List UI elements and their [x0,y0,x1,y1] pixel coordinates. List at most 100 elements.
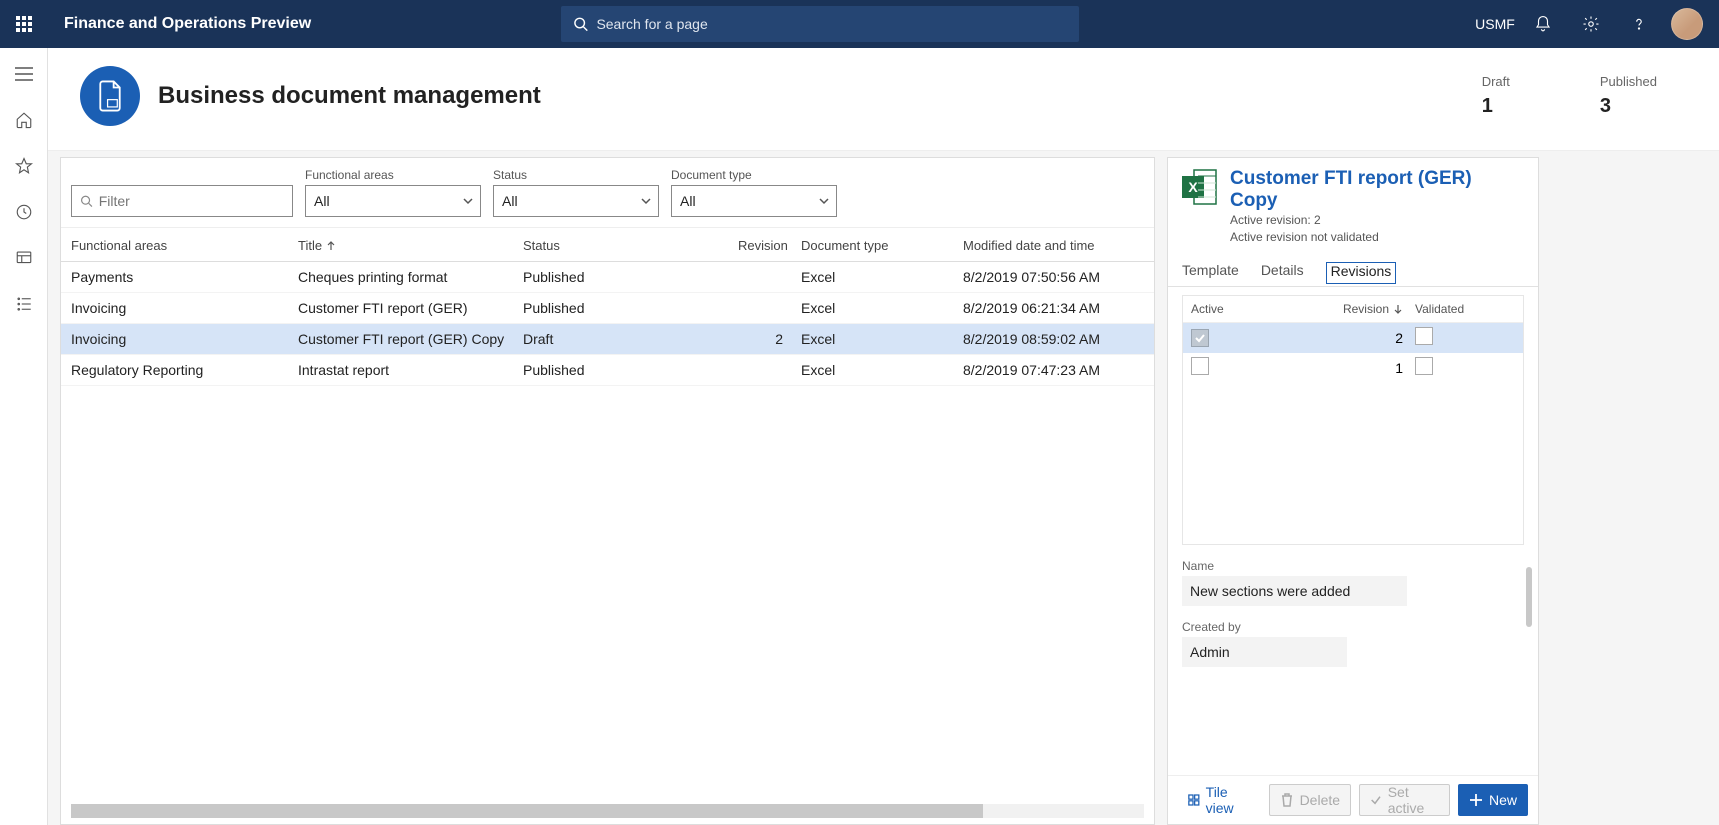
filter-input[interactable] [99,193,284,209]
stat-value: 3 [1600,95,1657,118]
detail-title: Customer FTI report (GER) Copy [1230,168,1524,212]
page-title: Business document management [158,82,541,110]
tile-view-button[interactable]: Tile view [1178,784,1261,816]
waffle-icon [16,16,32,32]
filter-label-status: Status [493,168,659,182]
revisions-header: Active Revision Validated [1183,296,1523,323]
col-modified[interactable]: Modified date and time [963,238,1143,253]
tile-icon [1188,793,1200,807]
vertical-scrollbar[interactable] [1526,567,1532,627]
settings-button[interactable] [1567,0,1615,48]
revision-row[interactable]: 2 [1183,323,1523,353]
modules-icon [15,295,33,313]
documents-grid-panel: Functional areas All Status All Document… [60,157,1155,825]
stat-label: Published [1600,74,1657,89]
notifications-button[interactable] [1519,0,1567,48]
filter-search-icon [80,194,93,208]
table-row[interactable]: Regulatory Reporting Intrastat report Pu… [61,355,1154,386]
new-button[interactable]: New [1458,784,1528,816]
company-selector[interactable]: USMF [1471,0,1519,48]
revision-row[interactable]: 1 [1183,353,1523,383]
set-active-button[interactable]: Set active [1359,784,1450,816]
detail-tabs: Template Details Revisions [1168,250,1538,287]
col-validated[interactable]: Validated [1403,302,1515,316]
avatar [1671,8,1703,40]
horizontal-scrollbar[interactable] [71,804,1144,818]
bell-icon [1534,15,1552,33]
chevron-down-icon [640,195,652,207]
col-title[interactable]: Title [298,238,523,253]
filter-document-type[interactable]: All [671,185,837,217]
page-header: Business document management Draft 1 Pub… [48,48,1719,151]
search-input[interactable] [596,16,1067,32]
col-document-type[interactable]: Document type [793,238,963,253]
table-row[interactable]: Invoicing Customer FTI report (GER) Publ… [61,293,1154,324]
workspace-icon [15,249,33,267]
detail-footer: Tile view Delete Set active New [1168,775,1538,824]
delete-button[interactable]: Delete [1269,784,1351,816]
grid-header-row: Functional areas Title Status Revision D… [61,227,1154,262]
filter-input-wrap[interactable] [71,185,293,217]
nav-home[interactable] [4,102,44,138]
detail-header: X Customer FTI report (GER) Copy Active … [1168,158,1538,250]
created-by-input[interactable] [1182,637,1347,667]
workspace: Functional areas All Status All Document… [48,151,1719,825]
stat-value: 1 [1482,95,1510,118]
table-row[interactable]: Payments Cheques printing format Publish… [61,262,1154,293]
detail-subtitle-2: Active revision not validated [1230,229,1524,246]
grid-body: Payments Cheques printing format Publish… [61,262,1154,804]
tab-details[interactable]: Details [1261,262,1304,286]
sort-asc-icon [326,241,336,251]
chevron-down-icon [818,195,830,207]
validated-checkbox[interactable] [1415,357,1433,375]
table-row[interactable]: Invoicing Customer FTI report (GER) Copy… [61,324,1154,355]
check-icon [1370,793,1382,807]
field-name: Name [1168,545,1538,606]
filters-row: Functional areas All Status All Document… [61,168,1154,223]
excel-icon: X [1182,168,1218,246]
col-active[interactable]: Active [1191,302,1333,316]
field-label: Created by [1182,620,1524,634]
page-stats: Draft 1 Published 3 [1482,74,1687,118]
clock-icon [15,203,33,221]
filter-status[interactable]: All [493,185,659,217]
app-launcher-button[interactable] [0,0,48,48]
nav-hamburger[interactable] [4,56,44,92]
user-menu[interactable] [1663,0,1711,48]
revisions-table: Active Revision Validated 2 1 [1182,295,1524,545]
field-created-by: Created by [1168,606,1538,667]
sort-desc-icon [1393,304,1403,314]
field-label: Name [1182,559,1524,573]
home-icon [15,111,33,129]
filter-label-functional: Functional areas [305,168,481,182]
search-icon [573,16,588,32]
nav-recent[interactable] [4,194,44,230]
col-status[interactable]: Status [523,238,738,253]
stat-label: Draft [1482,74,1510,89]
nav-modules[interactable] [4,286,44,322]
left-nav-rail [0,48,48,825]
chevron-down-icon [462,195,474,207]
active-checkbox[interactable] [1191,357,1209,375]
active-checkbox[interactable] [1191,329,1209,347]
col-revision[interactable]: Revision [738,238,793,253]
document-icon [95,79,125,113]
validated-checkbox[interactable] [1415,327,1433,345]
name-input[interactable] [1182,576,1407,606]
trash-icon [1280,793,1294,807]
tab-template[interactable]: Template [1182,262,1239,286]
global-search[interactable] [561,6,1079,42]
stat-draft: Draft 1 [1482,74,1510,118]
help-button[interactable] [1615,0,1663,48]
nav-workspaces[interactable] [4,240,44,276]
filter-label-doctype: Document type [671,168,837,182]
filter-functional-areas[interactable]: All [305,185,481,217]
detail-subtitle-1: Active revision: 2 [1230,212,1524,229]
col-revision[interactable]: Revision [1333,302,1403,316]
tab-revisions[interactable]: Revisions [1326,262,1397,284]
plus-icon [1469,793,1483,807]
col-functional-areas[interactable]: Functional areas [71,238,298,253]
nav-favorites[interactable] [4,148,44,184]
main-content: Business document management Draft 1 Pub… [48,48,1719,825]
scrollbar-thumb[interactable] [71,804,983,818]
